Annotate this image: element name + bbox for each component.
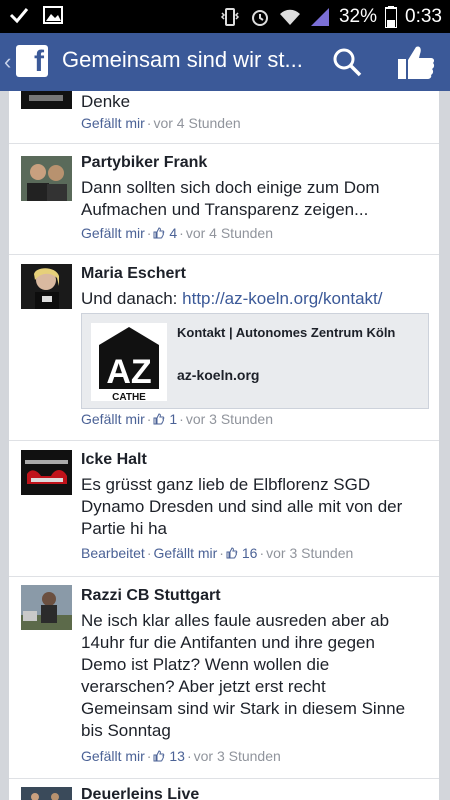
like-count: 4	[169, 225, 178, 241]
avatar[interactable]	[21, 787, 72, 800]
comment-text: Es grüsst ganz lieb de Elbflorenz SGD Dy…	[81, 475, 403, 538]
commenter-name[interactable]: Razzi CB Stuttgart	[81, 587, 221, 605]
avatar[interactable]	[21, 91, 72, 109]
link-preview-card[interactable]: AZ CATHE Kontakt | Autonomes Zentrum Köln…	[81, 313, 429, 409]
avatar[interactable]	[21, 585, 72, 630]
commenter-name[interactable]: Deuerleins Live	[81, 786, 199, 800]
facebook-logo-icon[interactable]: f	[16, 45, 48, 78]
clock: 0:33	[405, 5, 442, 27]
edited-label[interactable]: Bearbeitet	[81, 545, 145, 561]
like-link[interactable]: Gefällt mir	[81, 225, 145, 241]
avatar[interactable]	[21, 264, 72, 309]
link-preview-image: AZ CATHE	[91, 323, 167, 401]
app-bar: ‹ f Gemeinsam sind wir st...	[0, 33, 450, 91]
avatar[interactable]	[21, 156, 72, 201]
comment-text: Denke	[81, 92, 131, 111]
like-link[interactable]: Gefällt mir	[81, 411, 145, 427]
comment-item: Denke Gefällt mir · vor 4 Stunden	[9, 91, 439, 144]
timestamp: vor 4 Stunden	[185, 225, 273, 241]
comment-text: Ne isch klar alles faule ausreden aber a…	[81, 611, 406, 740]
like-link[interactable]: Gefällt mir	[81, 748, 145, 764]
comment-text: Dann sollten sich doch einige zum Dom Au…	[81, 178, 380, 219]
search-icon[interactable]	[330, 45, 364, 79]
timestamp: vor 3 Stunden	[266, 545, 354, 561]
page-title: Gemeinsam sind wir st...	[62, 47, 303, 72]
thumbs-up-small-icon	[226, 547, 238, 559]
comment-meta: Gefällt mir · 4 · vor 4 Stunden	[81, 225, 273, 241]
like-count: 1	[169, 411, 178, 427]
alarm-icon	[251, 9, 268, 26]
thumbs-up-small-icon	[153, 750, 165, 762]
comment-meta: Bearbeitet · Gefällt mir · 16 · vor 3 Stunden	[81, 545, 354, 561]
avatar[interactable]	[21, 450, 72, 495]
commenter-name[interactable]: Maria Eschert	[81, 265, 186, 283]
like-link[interactable]: Gefällt mir	[81, 115, 145, 131]
thumbs-up-icon[interactable]	[396, 43, 436, 81]
back-chevron-icon[interactable]: ‹	[4, 49, 11, 75]
like-count: 16	[241, 545, 258, 561]
timestamp: vor 4 Stunden	[153, 115, 241, 131]
signal-icon	[310, 7, 329, 26]
timestamp: vor 3 Stunden	[193, 748, 281, 764]
comment-feed[interactable]: Denke Gefällt mir · vor 4 Stunden Partybik…	[9, 91, 439, 800]
status-bar: 32% 0:33	[0, 0, 450, 33]
link-preview-title: Kontakt | Autonomes Zentrum Köln	[177, 325, 396, 340]
wifi-icon	[279, 9, 300, 25]
battery-percent: 32%	[338, 5, 378, 27]
comment-item: Maria Eschert Und danach: http://az-koel…	[9, 255, 439, 441]
like-link[interactable]: Gefällt mir	[154, 545, 218, 561]
comment-meta: Gefällt mir · 1 · vor 3 Stunden	[81, 411, 273, 427]
comment-text-prefix: Und danach:	[81, 289, 183, 308]
like-count: 13	[169, 748, 185, 764]
link-preview-domain: az-koeln.org	[177, 367, 260, 383]
comment-item: Razzi CB Stuttgart Ne isch klar alles fa…	[9, 577, 439, 779]
commenter-name[interactable]: Partybiker Frank	[81, 154, 207, 172]
svg-text:CATHE: CATHE	[112, 392, 146, 401]
comment-meta: Gefällt mir · 13 · vor 3 Stunden	[81, 748, 281, 764]
battery-icon	[385, 5, 398, 28]
vibrate-icon	[220, 7, 240, 26]
timestamp: vor 3 Stunden	[185, 411, 273, 427]
check-icon	[9, 8, 29, 24]
comment-text: Und danach: http://az-koeln.org/kontakt/	[81, 288, 421, 310]
comment-meta: Gefällt mir · vor 4 Stunden	[81, 115, 241, 131]
thumbs-up-small-icon	[153, 413, 165, 425]
commenter-name[interactable]: Icke Halt	[81, 451, 147, 469]
image-icon	[43, 6, 63, 24]
thumbs-up-small-icon	[153, 227, 165, 239]
logo-text: AZ	[106, 353, 151, 391]
comment-item: Partybiker Frank Dann sollten sich doch …	[9, 144, 439, 255]
comment-item: Icke Halt Es grüsst ganz lieb de Elbflor…	[9, 441, 439, 577]
comment-link[interactable]: http://az-koeln.org/kontakt/	[182, 289, 382, 308]
comment-item: Deuerleins Live	[9, 779, 439, 800]
